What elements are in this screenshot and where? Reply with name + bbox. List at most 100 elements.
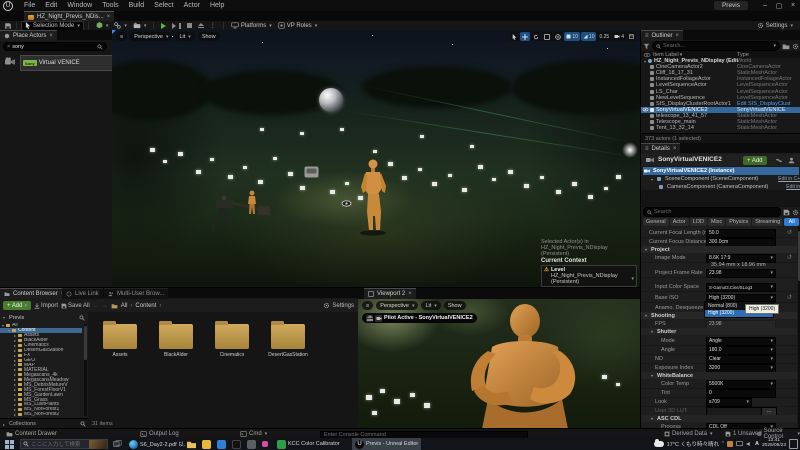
taskbar-app-pdf[interactable]: S6_Day2-2.pdf 以.. <box>126 438 189 450</box>
tree-item[interactable]: ▸MS_NorForest2 <box>0 412 82 417</box>
type-column[interactable]: Type <box>737 52 749 58</box>
volume-icon[interactable] <box>746 441 752 447</box>
viewport2-perspective-dropdown[interactable]: Perspective <box>376 301 418 310</box>
notification-center-icon[interactable] <box>789 439 798 449</box>
details-tab-lod[interactable]: LOD <box>690 218 707 226</box>
move-tool-icon[interactable] <box>520 32 530 41</box>
import-button[interactable]: Import <box>34 303 58 309</box>
taskbar-clock[interactable]: 13:41 2025/05/23 <box>762 439 786 449</box>
start-button[interactable] <box>5 440 14 449</box>
maximize-viewport-icon[interactable] <box>627 32 636 41</box>
details-tab-physics[interactable]: Physics <box>726 218 751 226</box>
details-tab-actor[interactable]: Actor <box>670 218 689 226</box>
menu-select[interactable]: Select <box>149 2 178 9</box>
tab-details[interactable]: ≡ Details × <box>641 143 680 154</box>
folder-assets[interactable]: Assets <box>94 324 146 358</box>
details-tab-misc[interactable]: Misc <box>708 218 725 226</box>
section-shutter[interactable]: ▾Shutter <box>641 328 797 335</box>
folder-desertgasstation[interactable]: DesertGasStation <box>262 324 314 358</box>
tree-scrollbar[interactable] <box>84 324 87 416</box>
app-window2-icon[interactable] <box>247 440 256 449</box>
platforms-dropdown[interactable]: Platforms <box>228 22 275 30</box>
edit-in-cpp-link[interactable]: Edit in C++ <box>778 176 800 182</box>
tab-viewport2[interactable]: Viewport 2 × <box>364 288 416 299</box>
rotate-tool-icon[interactable] <box>531 32 541 41</box>
search-icon[interactable] <box>80 421 86 427</box>
place-actors-result-virtual-venice[interactable]: Sony Virtual VENICE <box>20 55 115 71</box>
details-settings-icon[interactable] <box>792 209 799 216</box>
perspective-dropdown[interactable]: Perspective <box>130 32 172 41</box>
scale-snap-toggle[interactable]: 0.25 <box>597 32 611 41</box>
play-options-icon[interactable]: ⋮ <box>207 22 219 30</box>
eye-icon[interactable] <box>642 107 649 112</box>
cmd-dropdown[interactable]: Cmd <box>240 431 267 437</box>
tray-app-icon[interactable] <box>727 441 733 447</box>
add-button[interactable]: + Add <box>3 301 31 310</box>
folder-cinematics[interactable]: Cinematics <box>206 324 258 358</box>
play-from-here-button[interactable] <box>169 22 184 30</box>
tray-expand-icon[interactable]: ^ <box>722 441 724 447</box>
file-explorer-icon[interactable] <box>186 440 197 449</box>
ndisplay-icon[interactable] <box>304 166 319 178</box>
component-camera-row[interactable]: CameraComponent (CameraComponent) Edit i… <box>643 183 800 190</box>
place-actors-search-input[interactable]: × sony <box>3 42 107 51</box>
viewport2-lit-dropdown[interactable]: Lit <box>421 301 440 310</box>
folder-blackalder[interactable]: BlackAlder <box>150 324 202 358</box>
component-instance-row[interactable]: SonyVirtualVENICE2 (Instance) <box>643 167 799 175</box>
new-folder-icon[interactable] <box>782 43 790 50</box>
item-label-column[interactable]: Item Label <box>653 52 682 58</box>
reflection-sphere[interactable] <box>319 88 343 112</box>
tray-display-icon[interactable] <box>736 441 743 447</box>
reset-icon[interactable]: ↺ <box>787 254 792 261</box>
section-project[interactable]: ▾Project <box>641 246 797 253</box>
save-all-button[interactable]: Save All <box>61 303 90 309</box>
add-component-button[interactable]: + Add <box>743 156 767 165</box>
output-log-button[interactable]: Cmd Output Log <box>140 431 179 437</box>
operator-mannequin[interactable] <box>246 190 258 216</box>
weather-text[interactable]: 17°C くもり時々晴れ <box>667 440 719 448</box>
taskbar-search-input[interactable]: ここに入力して検索 <box>20 439 108 449</box>
taskbar-app-unreal[interactable]: U Previs - Unreal Editor <box>352 438 421 450</box>
pilot-camera-button[interactable] <box>375 315 382 322</box>
actor-options-icon[interactable] <box>788 157 795 164</box>
ime-indicator[interactable]: A <box>755 441 759 447</box>
eject-pilot-button[interactable] <box>366 315 373 322</box>
lit-dropdown[interactable]: Lit <box>175 32 194 41</box>
outliner-row[interactable]: Tent_13_32_14StaticMeshActor <box>641 125 800 131</box>
tab-place-actors[interactable]: Place Actors × <box>0 30 57 41</box>
section-asc-cdl[interactable]: ▾ASC CDL <box>641 415 797 422</box>
details-close-icon[interactable]: × <box>673 146 677 152</box>
context-level-dropdown[interactable]: HZ_Night_Previs_NDisplay (Persistent) <box>544 273 634 285</box>
tab-live-link[interactable]: Live Link <box>62 288 103 299</box>
maximize-button[interactable]: ▢ <box>772 0 786 11</box>
viewport2-close-icon[interactable]: × <box>408 291 412 297</box>
breadcrumb-all[interactable]: All <box>121 303 128 309</box>
menu-actor[interactable]: Actor <box>179 2 205 9</box>
menu-build[interactable]: Build <box>124 2 150 9</box>
close-button[interactable]: × <box>786 0 800 11</box>
small-app-icon[interactable] <box>262 441 268 447</box>
main-viewport[interactable]: ≡ Perspective Lit Show 10 10 0.25 4 Sele… <box>112 30 640 287</box>
level-tab-close-icon[interactable]: × <box>107 14 111 20</box>
camera-crane-rig[interactable] <box>206 188 272 232</box>
save-level-icon[interactable] <box>4 22 12 30</box>
clear-search-icon[interactable]: × <box>7 44 10 50</box>
save-preset-icon[interactable] <box>783 209 790 216</box>
reset-icon[interactable]: ↺ <box>787 294 792 301</box>
browse-icon[interactable] <box>775 157 783 164</box>
editor-settings-dropdown[interactable]: Settings <box>754 22 796 30</box>
blueprints-dropdown[interactable] <box>111 22 130 30</box>
show-dropdown[interactable]: Show <box>198 32 220 41</box>
menu-tools[interactable]: Tools <box>97 2 123 9</box>
viewport2-show-dropdown[interactable]: Show <box>444 301 466 310</box>
details-tab-general[interactable]: General <box>643 218 669 226</box>
outliner-settings-icon[interactable] <box>792 43 799 50</box>
section-whitebalance[interactable]: ▾WhiteBalance <box>641 372 797 379</box>
back-icon[interactable]: ← <box>93 303 99 309</box>
cb-settings-button[interactable]: Settings <box>323 302 354 309</box>
minimize-button[interactable]: – <box>758 0 772 11</box>
menu-edit[interactable]: Edit <box>40 2 62 9</box>
current-context-box[interactable]: ⚠ Level HZ_Night_Previs_NDisplay (Persis… <box>541 265 637 287</box>
content-drawer-button[interactable]: Content Drawer <box>6 431 57 437</box>
task-view-icon[interactable] <box>113 440 122 448</box>
